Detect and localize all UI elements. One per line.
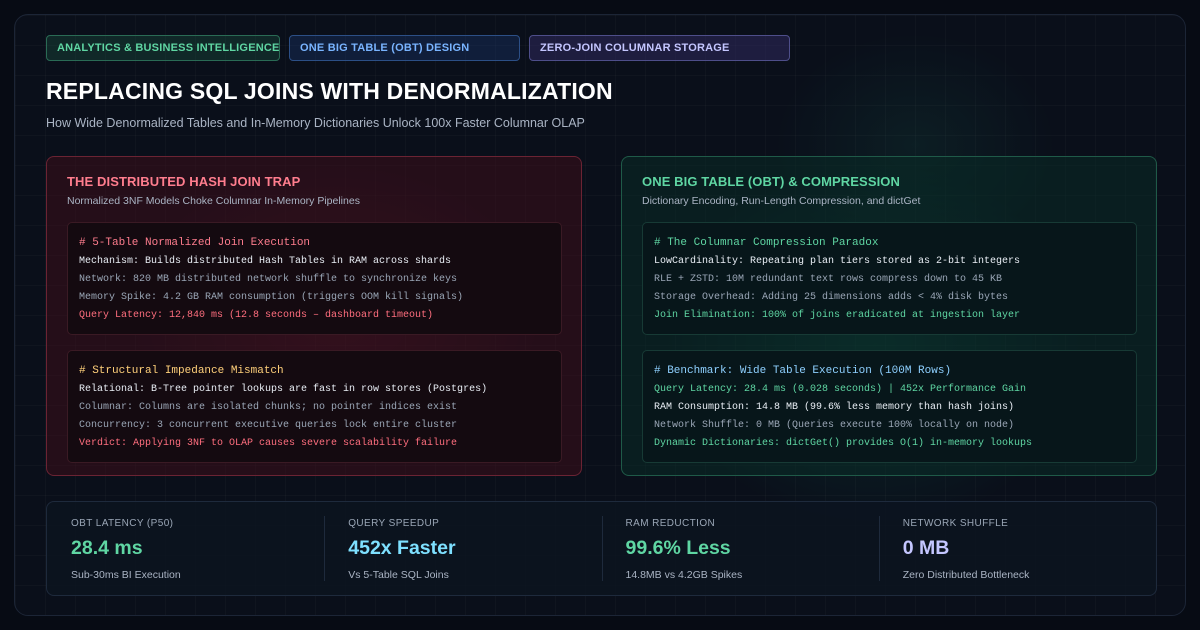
code-line: Storage Overhead: Adding 25 dimensions a… <box>654 292 1009 303</box>
metric-note: Zero Distributed Bottleneck <box>902 569 1030 581</box>
code-line: Query Latency: 12,840 ms (12.8 seconds –… <box>79 310 434 321</box>
code-line: Memory Spike: 4.2 GB RAM consumption (tr… <box>79 292 464 303</box>
code-line: LowCardinality: Repeating plan tiers sto… <box>654 256 1021 267</box>
code-line: Dynamic Dictionaries: dictGet() provides… <box>654 438 1033 449</box>
tag-zero-join: ZERO-JOIN COLUMNAR STORAGE <box>529 35 790 61</box>
metric-obt-latency: OBT LATENCY (P50) 28.4 ms Sub-30ms BI Ex… <box>47 502 324 595</box>
metrics-bar: OBT LATENCY (P50) 28.4 ms Sub-30ms BI Ex… <box>46 501 1157 596</box>
panel-title: ONE BIG TABLE (OBT) & COMPRESSION <box>642 174 901 189</box>
metric-ram-reduction: RAM REDUCTION 99.6% Less 14.8MB vs 4.2GB… <box>601 502 879 595</box>
benchmark-code-block: # Benchmark: Wide Table Execution (100M … <box>642 350 1137 463</box>
tag-analytics: ANALYTICS & BUSINESS INTELLIGENCE <box>46 35 280 61</box>
metric-label: RAM REDUCTION <box>625 518 716 529</box>
code-line: Join Elimination: 100% of joins eradicat… <box>654 310 1021 321</box>
metric-label: NETWORK SHUFFLE <box>902 518 1009 529</box>
code-line: Columnar: Columns are isolated chunks; n… <box>79 402 458 413</box>
card-frame: ANALYTICS & BUSINESS INTELLIGENCE ONE BI… <box>14 14 1186 616</box>
tag-row: ANALYTICS & BUSINESS INTELLIGENCE ONE BI… <box>46 35 790 61</box>
impedance-mismatch-code-block: # Structural Impedance Mismatch Relation… <box>67 350 562 463</box>
code-line: Mechanism: Builds distributed Hash Table… <box>79 256 452 267</box>
code-line: Concurrency: 3 concurrent executive quer… <box>79 420 458 431</box>
code-heading: # Structural Impedance Mismatch <box>79 365 284 377</box>
page-subtitle: How Wide Denormalized Tables and In-Memo… <box>46 116 585 130</box>
metric-label: OBT LATENCY (P50) <box>71 518 174 529</box>
metric-label: QUERY SPEEDUP <box>348 518 440 529</box>
obt-compression-panel: ONE BIG TABLE (OBT) & COMPRESSION Dictio… <box>621 156 1157 476</box>
normalized-join-code-block: # 5-Table Normalized Join Execution Mech… <box>67 222 562 335</box>
panel-subtitle: Dictionary Encoding, Run-Length Compress… <box>642 195 921 207</box>
code-line: Verdict: Applying 3NF to OLAP causes sev… <box>79 438 458 449</box>
compression-paradox-code-block: # The Columnar Compression Paradox LowCa… <box>642 222 1137 335</box>
metric-query-speedup: QUERY SPEEDUP 452x Faster Vs 5-Table SQL… <box>324 502 601 595</box>
metric-network-shuffle: NETWORK SHUFFLE 0 MB Zero Distributed Bo… <box>878 502 1156 595</box>
code-heading: # 5-Table Normalized Join Execution <box>79 237 311 249</box>
metric-value: 0 MB <box>902 537 950 559</box>
metric-note: Vs 5-Table SQL Joins <box>348 569 449 581</box>
hash-join-trap-panel: THE DISTRIBUTED HASH JOIN TRAP Normalize… <box>46 156 582 476</box>
panel-title: THE DISTRIBUTED HASH JOIN TRAP <box>67 174 301 189</box>
code-line: RLE + ZSTD: 10M redundant text rows comp… <box>654 274 1003 285</box>
code-line: Network Shuffle: 0 MB (Queries execute 1… <box>654 420 1015 431</box>
metric-value: 452x Faster <box>348 537 456 559</box>
panel-subtitle: Normalized 3NF Models Choke Columnar In-… <box>67 195 360 207</box>
metric-value: 28.4 ms <box>71 537 143 559</box>
code-line: RAM Consumption: 14.8 MB (99.6% less mem… <box>654 402 1015 413</box>
metric-note: 14.8MB vs 4.2GB Spikes <box>625 569 743 581</box>
code-heading: # The Columnar Compression Paradox <box>654 237 879 249</box>
code-line: Query Latency: 28.4 ms (0.028 seconds) |… <box>654 384 1027 395</box>
code-line: Network: 820 MB distributed network shuf… <box>79 274 458 285</box>
code-heading: # Benchmark: Wide Table Execution (100M … <box>654 365 952 377</box>
tag-obt-design: ONE BIG TABLE (OBT) DESIGN <box>289 35 520 61</box>
metric-value: 99.6% Less <box>625 537 731 559</box>
page-title: REPLACING SQL JOINS WITH DENORMALIZATION <box>46 78 613 104</box>
code-line: Relational: B-Tree pointer lookups are f… <box>79 384 488 395</box>
metric-note: Sub-30ms BI Execution <box>71 569 181 581</box>
